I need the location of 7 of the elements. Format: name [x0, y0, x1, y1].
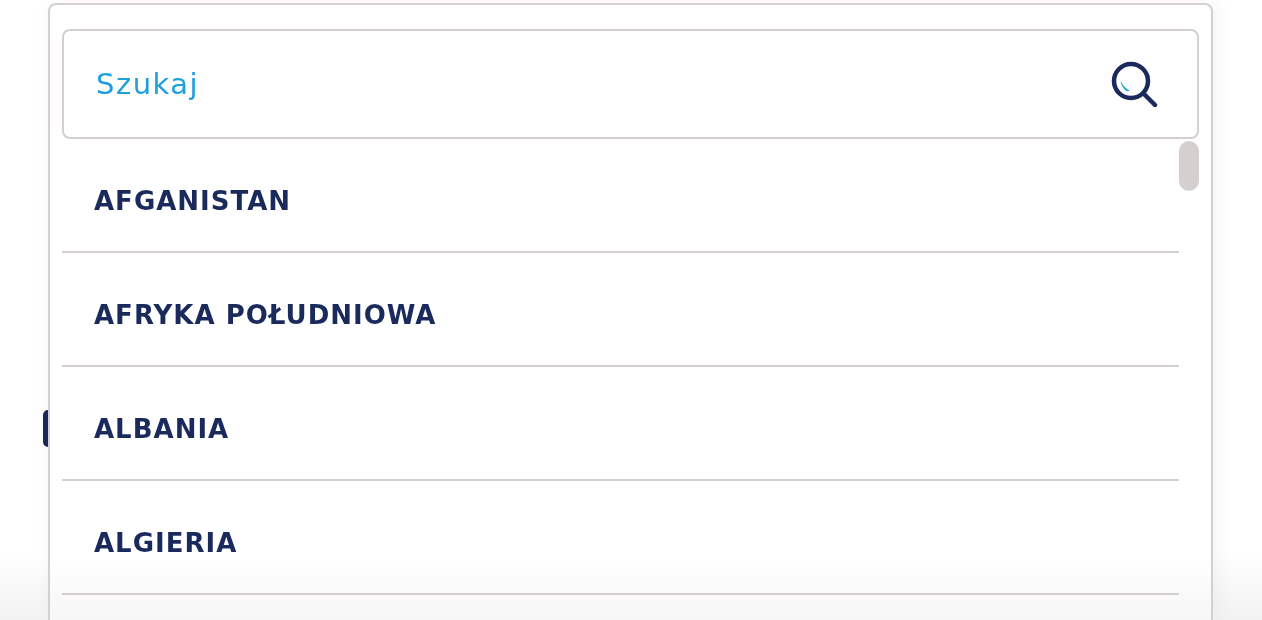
search-field[interactable]: Szukaj [62, 29, 1199, 139]
country-option[interactable]: AFGANISTAN [62, 139, 1179, 253]
country-option[interactable]: AFRYKA POŁUDNIOWA [62, 253, 1179, 367]
scrollbar-thumb[interactable] [1179, 141, 1199, 191]
search-icon[interactable] [1110, 61, 1158, 107]
country-option[interactable]: ALGIERIA [62, 481, 1179, 595]
country-option[interactable]: ALBANIA [62, 367, 1179, 481]
